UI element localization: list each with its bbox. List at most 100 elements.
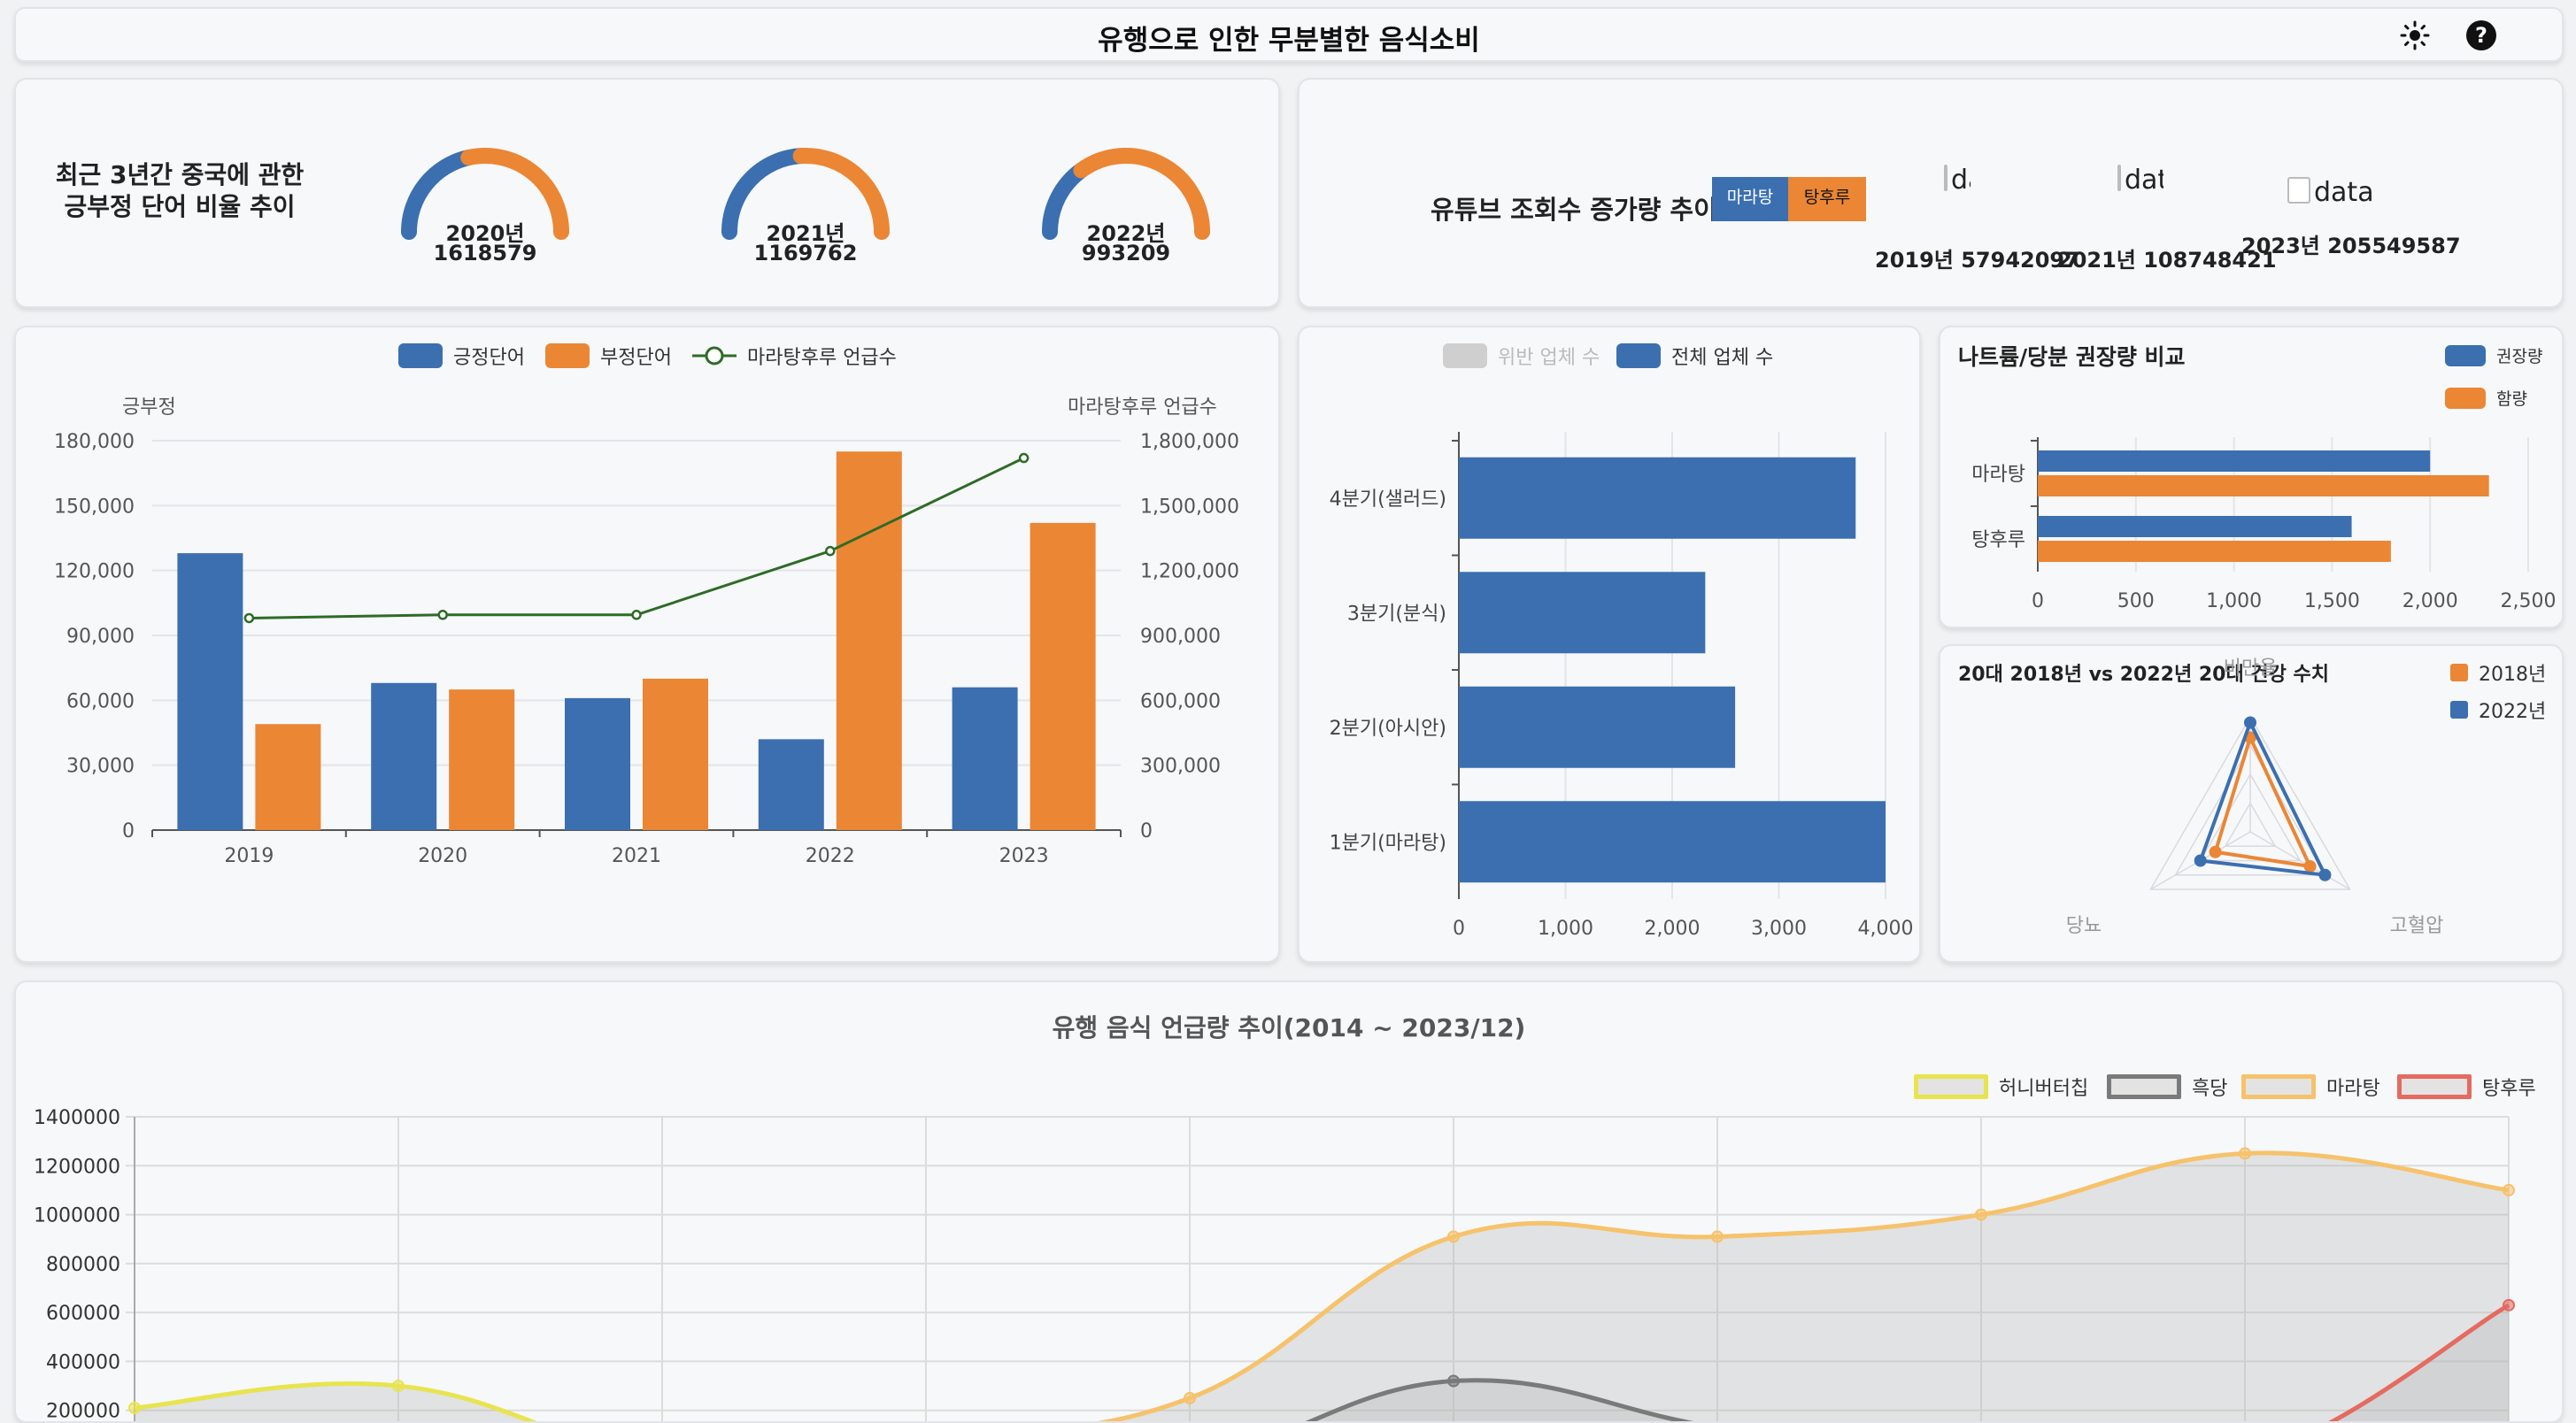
radar-chart: 비만율고혈압 당뇨 — [2066, 658, 2444, 937]
mention-point — [243, 612, 255, 624]
broken-image-icon — [2287, 177, 2310, 204]
y-tick-label: 400000 — [46, 1351, 120, 1373]
youtube-title: 유튜브 조회수 증가량 추이 — [1431, 195, 1717, 225]
gauge-2020년: 2020년 1618579 — [388, 143, 582, 303]
gauges-title: 최근 3년간 중국에 관한 긍부정 단어 비율 추이 — [55, 160, 305, 221]
radar-point — [2244, 716, 2256, 729]
point-마라탕 — [2503, 1183, 2515, 1196]
point-허니버터칩 — [128, 1401, 141, 1414]
x-tick-label: 2019 — [224, 845, 274, 867]
mention-point — [825, 545, 836, 557]
point-허니버터칩 — [392, 1380, 405, 1393]
x-tick-label: 2,000 — [2402, 590, 2458, 612]
bar-positive-2021 — [565, 697, 630, 830]
sodium-chart-card: 나트륨/당분 권장량 비교 권장량 함량 0 500 1,000 1,500 2,000… — [1939, 326, 2564, 628]
bar-negative-2023 — [1030, 522, 1096, 830]
x-tick-label: 0 — [1453, 918, 1465, 940]
x-tick-label: 3,000 — [1751, 918, 1807, 940]
y-right-tick: 1,200,000 — [1140, 561, 1239, 583]
radar-axis-label: 비만율 — [2224, 658, 2278, 680]
radar-series-2018년 — [2213, 732, 2313, 869]
y-tick-label: 200000 — [46, 1401, 120, 1421]
y-tick-label: 4분기(샐러드) — [1330, 488, 1446, 511]
radar-point — [2209, 845, 2222, 858]
svg-text:?: ? — [2475, 23, 2487, 48]
youtube-image-2021: data — [2117, 165, 2163, 211]
youtube-toggle[interactable]: 마라탕 탕후루 — [1712, 177, 1866, 221]
x-tick-label: 1,500 — [2304, 590, 2360, 612]
y-tick-label: 600000 — [46, 1303, 120, 1325]
radar-axis-label: 당뇨 — [2066, 915, 2102, 937]
point-마라탕 — [1447, 1230, 1460, 1243]
bar-1분기(마라탕) — [1459, 801, 1886, 883]
y-left-tick: 150,000 — [54, 496, 135, 518]
broken-image-icon — [1944, 165, 1947, 191]
x-tick-label: 2021 — [612, 845, 661, 867]
y-tick-label: 2분기(아시안) — [1330, 718, 1446, 740]
sodium-chart: 0 500 1,000 1,500 2,000 2,500 마라탕탕후루 — [1971, 437, 2556, 612]
bar-3분기(분식) — [1459, 572, 1706, 654]
y-tick-label: 탕후루 — [1971, 529, 2025, 551]
bar-2분기(아시안) — [1459, 686, 1736, 768]
mention-point — [1018, 452, 1030, 464]
y-left-tick: 30,000 — [66, 756, 135, 778]
gauge-value: 1618579 — [433, 241, 537, 265]
point-흑당 — [1447, 1374, 1460, 1388]
bar-recommended-탕후루 — [2038, 516, 2352, 537]
y-tick-label: 1200000 — [34, 1156, 120, 1178]
x-tick-label: 2022 — [806, 845, 855, 867]
toggle-tanghulu-button[interactable]: 탕후루 — [1788, 177, 1866, 221]
y-left-tick: 60,000 — [66, 690, 135, 712]
violation-chart-card: 위반 업체 수 전체 업체 수 0 1,000 2,000 3,000 4,000 4분기… — [1298, 326, 1921, 963]
gauge-2022년: 2022년 993209 — [1029, 143, 1223, 303]
bar-positive-2019 — [177, 553, 243, 830]
x-tick-label: 0 — [2032, 590, 2044, 612]
y-tick-label: 3분기(분식) — [1347, 603, 1446, 625]
y-right-tick: 0 — [1140, 820, 1153, 842]
bar-content-마라탕 — [2038, 475, 2489, 496]
sentiment-chart: 0 30,000 60,000 90,000 120,000 150,000 180,000… — [54, 431, 1239, 867]
y-tick-label: 1분기(마라탕) — [1330, 832, 1446, 854]
bar-recommended-마라탕 — [2038, 450, 2431, 472]
trend-chart-card: 유행 음식 언급량 추이(2014 ~ 2023/12) 허니버터칩 흑당 마라… — [14, 981, 2564, 1423]
youtube-caption-2019: 2019년 57942097 — [1875, 248, 2079, 273]
point-탕후루 — [2503, 1298, 2515, 1311]
x-tick-label: 500 — [2117, 590, 2155, 612]
gauge-value: 1169762 — [753, 241, 858, 265]
bar-positive-2023 — [952, 687, 1018, 830]
x-tick-label: 2,000 — [1645, 918, 1701, 940]
youtube-views-card: 유튜브 조회수 증가량 추이 마라탕 탕후루 data 2019년 579420… — [1298, 78, 2564, 308]
point-마라탕 — [2239, 1147, 2251, 1160]
radar-point — [2303, 860, 2317, 873]
y-tick-label: 1000000 — [34, 1205, 120, 1227]
bar-negative-2019 — [255, 724, 321, 830]
x-tick-label: 2023 — [999, 845, 1049, 867]
y-left-tick: 0 — [122, 820, 135, 842]
x-tick-label: 4,000 — [1858, 918, 1914, 940]
y-tick-label: 1400000 — [34, 1107, 120, 1129]
y-left-tick: 180,000 — [54, 431, 135, 453]
x-tick-label: 1,000 — [2206, 590, 2262, 612]
sun-icon[interactable] — [2399, 19, 2431, 51]
page-title: 유행으로 인한 무분별한 음식소비 — [1098, 25, 1480, 57]
y-left-tick: 120,000 — [54, 561, 135, 583]
youtube-image-2019: data — [1944, 165, 1971, 211]
radar-axis-label: 고혈압 — [2390, 915, 2444, 937]
y-right-tick: 900,000 — [1140, 626, 1221, 648]
health-radar-card: 20대 2018년 vs 2022년 20대 건강 수치 2018년 2022년… — [1939, 644, 2564, 963]
toggle-maratang-button[interactable]: 마라탕 — [1712, 177, 1788, 221]
point-마라탕 — [1711, 1230, 1724, 1243]
trend-chart: 200000 400000 600000 800000 1000000 1200000 14… — [34, 1107, 2515, 1421]
header-bar: 유행으로 인한 무분별한 음식소비 ? — [14, 7, 2564, 62]
youtube-caption-2023: 2023년 205549587 — [2241, 234, 2461, 258]
radar-point — [2318, 868, 2332, 881]
y-right-tick: 600,000 — [1140, 690, 1221, 712]
radar-point — [2194, 854, 2207, 867]
area-마라탕 — [1109, 1152, 2509, 1421]
y-tick-label: 800000 — [46, 1254, 120, 1276]
question-circle-icon[interactable]: ? — [2464, 19, 2498, 52]
violation-chart: 0 1,000 2,000 3,000 4,000 4분기(샐러드) 3분기(분식) 2분기(… — [1330, 432, 1914, 940]
x-tick-label: 2020 — [418, 845, 467, 867]
gauge-value: 993209 — [1081, 241, 1171, 265]
y-tick-label: 마라탕 — [1971, 464, 2025, 486]
